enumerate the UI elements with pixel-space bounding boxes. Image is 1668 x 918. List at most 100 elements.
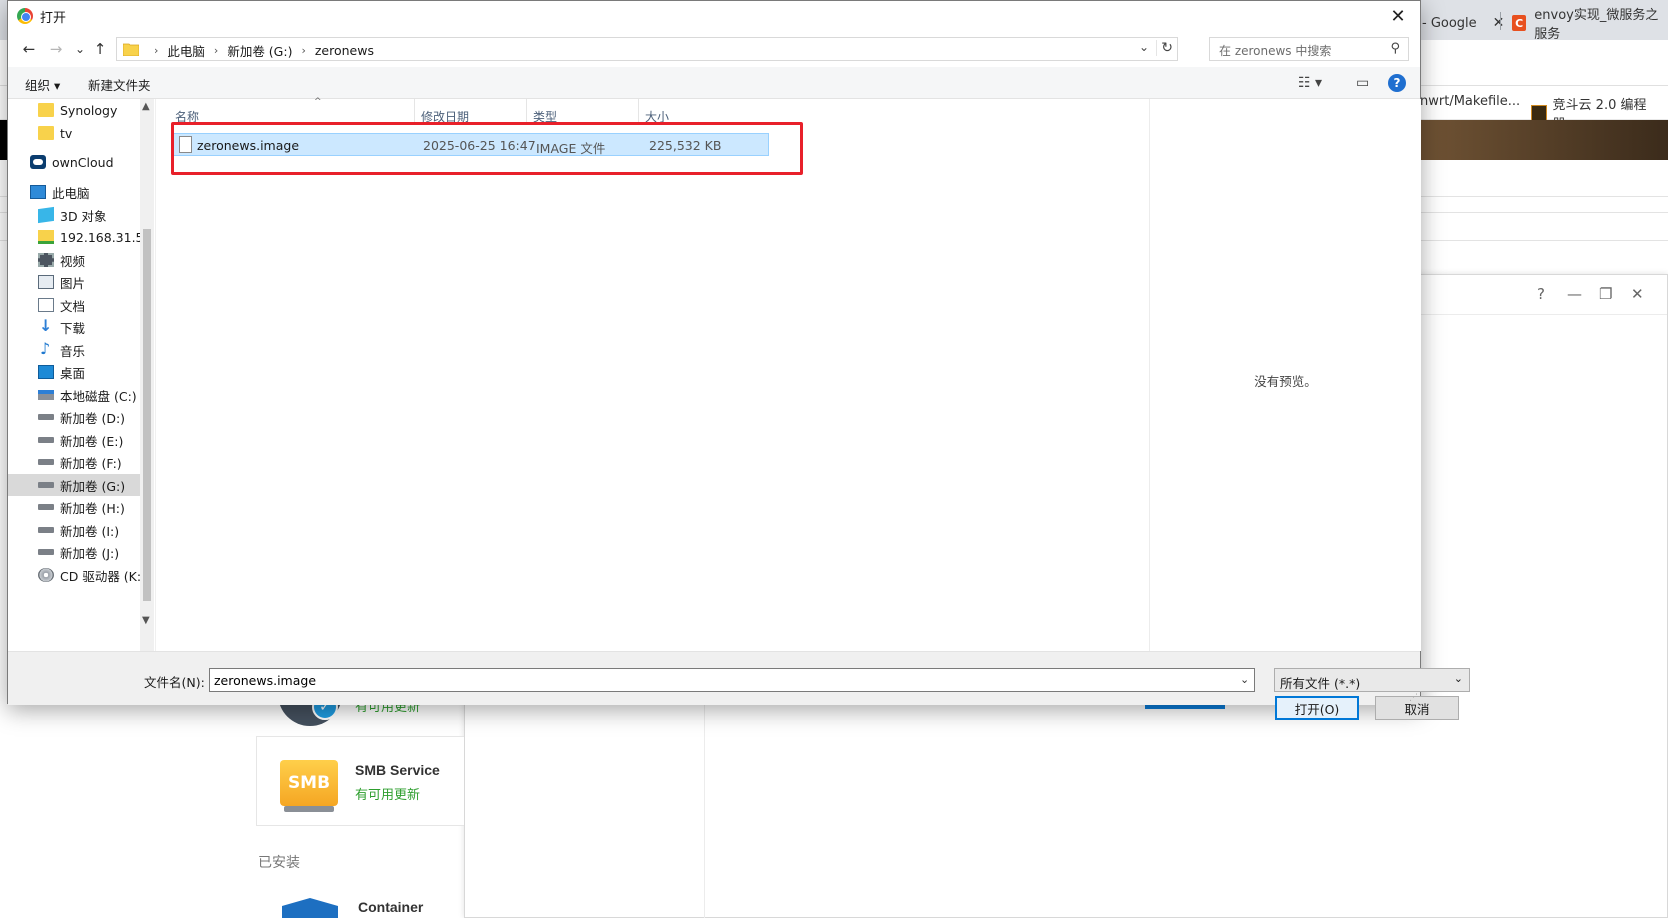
sidebar-item-label: 3D 对象 — [60, 208, 107, 224]
close-tab-icon[interactable]: ✕ — [1493, 15, 1505, 31]
music-icon — [38, 339, 54, 358]
preview-pane-icon[interactable]: ▭ — [1356, 75, 1369, 91]
sidebar-item-tv[interactable]: tv — [8, 122, 154, 144]
sidebar-item-drive-h[interactable]: 新加卷 (H:) — [8, 496, 154, 518]
file-open-dialog: 打开 ✕ ← → ⌄ ↑ › 此电脑 › 新加卷 (G:) › zeronews… — [7, 0, 1470, 720]
tab-label: envoy实现_微服务之服务 — [1534, 8, 1659, 42]
navigation-scrollbar[interactable]: ▲ ▼ — [140, 99, 154, 651]
breadcrumb-separator[interactable]: › — [214, 44, 218, 57]
sidebar-item-drive-e[interactable]: 新加卷 (E:) — [8, 429, 154, 451]
cd-drive-icon — [38, 568, 54, 582]
search-input[interactable]: 在 zeronews 中搜索 ⚲ — [1209, 37, 1409, 61]
sidebar-item-synology[interactable]: Synology — [8, 99, 154, 121]
sidebar-item-label: 新加卷 (H:) — [60, 500, 125, 516]
sidebar-item-label: 桌面 — [60, 365, 86, 381]
filename-dropdown-icon[interactable]: ⌄ — [1240, 673, 1249, 686]
column-header-name[interactable]: 名称 — [169, 99, 415, 124]
scroll-down-icon[interactable]: ▼ — [142, 615, 150, 626]
open-button[interactable]: 打开(O) — [1275, 696, 1359, 720]
package-name[interactable]: SMB Service — [355, 762, 440, 778]
sidebar-item-network-share[interactable]: 192.168.31.59 — [8, 226, 154, 248]
sidebar-item-label: 图片 — [60, 275, 86, 291]
modal-close-icon[interactable]: ✕ — [1631, 285, 1644, 303]
sidebar-item-drive-d[interactable]: 新加卷 (D:) — [8, 406, 154, 428]
sidebar-item-label: 此电脑 — [52, 185, 90, 201]
view-options-icon[interactable]: ☷ ▾ — [1298, 75, 1322, 91]
address-bar[interactable]: › 此电脑 › 新加卷 (G:) › zeronews ⌄ ↻ — [116, 37, 1178, 61]
sidebar-item-drive-j[interactable]: 新加卷 (J:) — [8, 541, 154, 563]
breadcrumb-item-drive-g[interactable]: 新加卷 (G:) — [227, 41, 292, 60]
modal-maximize-icon[interactable]: ❐ — [1599, 285, 1612, 303]
search-icon[interactable]: ⚲ — [1390, 41, 1400, 56]
breadcrumb-item-this-pc[interactable]: 此电脑 — [167, 41, 205, 60]
up-arrow-icon[interactable]: ↑ — [90, 39, 110, 59]
sidebar-item-drive-i[interactable]: 新加卷 (I:) — [8, 519, 154, 541]
back-arrow-icon[interactable]: ← — [19, 39, 39, 59]
sidebar-item-label: 下载 — [60, 320, 86, 336]
sidebar-item-downloads[interactable]: 下载 — [8, 316, 154, 338]
drive-icon — [38, 527, 54, 533]
sidebar-item-label: 新加卷 (E:) — [60, 433, 124, 449]
recent-locations-chevron-icon[interactable]: ⌄ — [70, 39, 90, 59]
filename-input[interactable] — [209, 668, 1255, 692]
modal-help-icon[interactable]: ? — [1537, 285, 1545, 303]
help-icon[interactable]: ? — [1388, 74, 1406, 92]
smb-service-icon: SMB — [280, 756, 338, 812]
organize-button[interactable]: 组织 ▾ — [25, 75, 60, 94]
breadcrumb-item-zeronews[interactable]: zeronews — [315, 43, 374, 58]
sidebar-item-label: 新加卷 (I:) — [60, 523, 120, 539]
resize-grip-icon[interactable]: ⋰ — [1409, 693, 1418, 703]
dialog-buttons: 打开(O) 取消 — [1275, 696, 1467, 720]
3d-objects-icon — [38, 206, 54, 224]
column-header-modified[interactable]: 修改日期 — [415, 99, 527, 124]
cloud-icon — [30, 155, 46, 169]
breadcrumb-separator: › — [154, 44, 159, 57]
sidebar-item-label: ownCloud — [52, 154, 114, 170]
breadcrumb-separator[interactable]: › — [301, 44, 305, 57]
column-header-size[interactable]: 大小 — [639, 99, 715, 124]
column-header-type[interactable]: 类型 — [527, 99, 639, 124]
breadcrumb: › 此电脑 › 新加卷 (G:) › zeronews — [145, 41, 374, 60]
tab-label: - Google — [1422, 15, 1477, 31]
sidebar-item-drive-k[interactable]: CD 驱动器 (K:) — [8, 564, 154, 586]
chrome-icon — [17, 8, 33, 24]
bookmark-makefile[interactable]: nwrt/Makefile... — [1420, 94, 1520, 109]
scroll-up-icon[interactable]: ▲ — [142, 101, 150, 112]
sidebar-item-owncloud[interactable]: ownCloud — [8, 151, 154, 173]
new-folder-button[interactable]: 新建文件夹 — [88, 75, 151, 94]
filename-label: 文件名(N): — [144, 675, 205, 690]
sidebar-item-desktop[interactable]: 桌面 — [8, 361, 154, 383]
desktop-icon — [38, 365, 54, 379]
smb-icon-label: SMB — [280, 760, 338, 806]
sidebar-item-drive-f[interactable]: 新加卷 (F:) — [8, 451, 154, 473]
dialog-titlebar[interactable]: 打开 ✕ — [8, 1, 1420, 31]
smb-icon-base — [284, 806, 334, 812]
sidebar-item-3d-objects[interactable]: 3D 对象 — [8, 204, 154, 226]
browser-tab-google[interactable]: - Google ✕ — [1422, 6, 1504, 40]
sidebar-item-drive-g[interactable]: 新加卷 (G:) — [8, 474, 154, 496]
search-placeholder: 在 zeronews 中搜索 — [1219, 44, 1332, 58]
browser-tab-envoy[interactable]: C envoy实现_微服务之服务 — [1512, 6, 1668, 42]
bookmark-label: nwrt/Makefile... — [1420, 94, 1521, 109]
documents-icon — [38, 298, 54, 312]
package-name[interactable]: Container — [358, 899, 423, 915]
modal-minimize-icon[interactable]: — — [1567, 285, 1582, 303]
sidebar-item-videos[interactable]: 视频 — [8, 249, 154, 271]
sidebar-item-label: 新加卷 (F:) — [60, 455, 122, 471]
folder-icon — [38, 103, 54, 117]
forward-arrow-icon[interactable]: → — [46, 39, 66, 59]
sidebar-item-this-pc[interactable]: 此电脑 — [8, 181, 154, 203]
sidebar-item-music[interactable]: 音乐 — [8, 339, 154, 361]
command-bar: 组织 ▾ 新建文件夹 ☷ ▾ ▭ ? — [8, 67, 1420, 99]
dialog-footer: 文件名(N): ⌄ 所有文件 (*.*) ⌄ 打开(O) 取消 ⋰ — [8, 651, 1470, 720]
refresh-icon[interactable]: ↻ — [1156, 40, 1173, 56]
sidebar-item-pictures[interactable]: 图片 — [8, 271, 154, 293]
scroll-thumb[interactable] — [143, 229, 151, 601]
address-dropdown-icon[interactable]: ⌄ — [1139, 40, 1149, 54]
drive-icon — [38, 437, 54, 443]
sidebar-item-drive-c[interactable]: 本地磁盘 (C:) — [8, 384, 154, 406]
sidebar-item-documents[interactable]: 文档 — [8, 294, 154, 316]
sidebar-item-label: 新加卷 (J:) — [60, 545, 120, 561]
close-button[interactable]: ✕ — [1376, 1, 1420, 31]
file-type-select[interactable]: 所有文件 (*.*) ⌄ — [1274, 668, 1470, 692]
